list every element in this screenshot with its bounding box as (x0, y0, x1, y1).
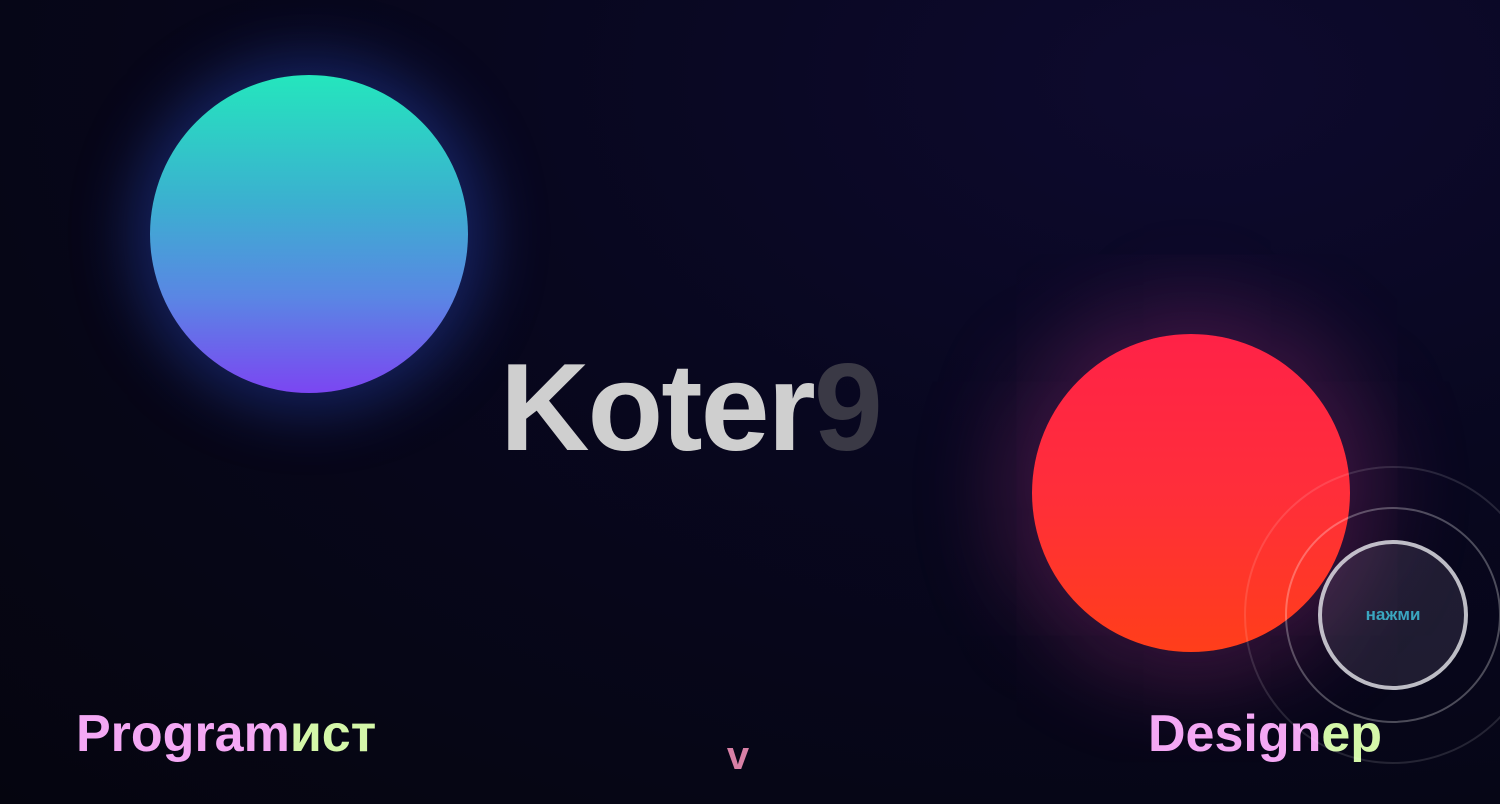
programmer-label[interactable]: Programист (76, 704, 376, 764)
press-button-label: нажми (1365, 605, 1421, 624)
brand-title-tail: 9 (813, 339, 883, 477)
brand-title: Koter9 (500, 338, 883, 478)
programmer-label-part2: ист (289, 705, 377, 763)
scroll-down-icon[interactable]: v (720, 732, 756, 780)
press-button[interactable]: нажми (1318, 540, 1468, 690)
brand-title-main: Koter (500, 339, 816, 477)
hero-stage: Koter9 Programист Designер v нажми (0, 0, 1500, 804)
gradient-orb-left (150, 75, 468, 393)
programmer-label-part1: Program (76, 705, 290, 763)
